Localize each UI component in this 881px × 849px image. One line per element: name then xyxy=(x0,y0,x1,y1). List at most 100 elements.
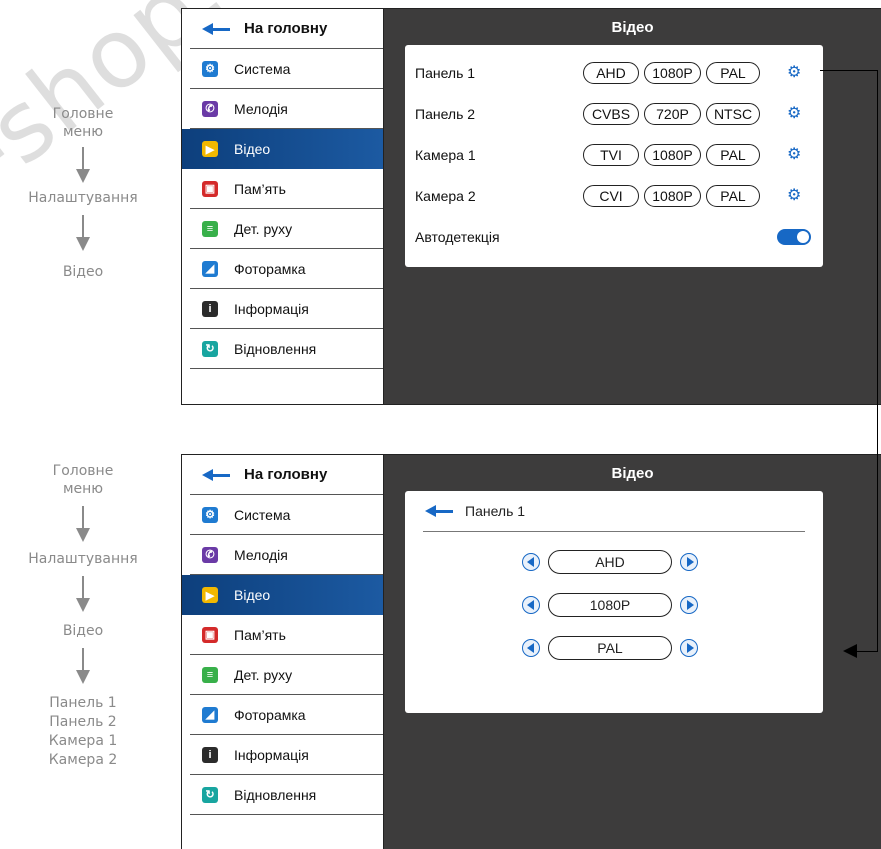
sidebar-item-memory[interactable]: ▣ Пам’ять xyxy=(190,615,383,655)
video-settings-screen: На головну ⚙ Система ✆ Мелодія ▶ Відео ▣… xyxy=(181,8,881,405)
sidebar-item-system[interactable]: ⚙ Система xyxy=(190,495,383,535)
phone-icon: ✆ xyxy=(202,100,218,117)
resolution-pill: 1080P xyxy=(644,143,701,166)
sidebar-item-label: На головну xyxy=(244,20,328,37)
sidebar-item-motion[interactable]: ≡ Дет. руху xyxy=(190,655,383,695)
picture-icon: ◢ xyxy=(202,260,218,277)
back-arrow-icon xyxy=(202,467,230,483)
prev-arrow-icon[interactable] xyxy=(522,638,540,657)
sidebar-item-video[interactable]: ▶ Відео xyxy=(182,575,383,615)
sidebar-item-restore[interactable]: ↻ Відновлення xyxy=(190,329,383,369)
video-row-camera2: Камера 2 CVI 1080P PAL ⚙ xyxy=(405,175,823,216)
format-pill: TVI xyxy=(583,143,639,166)
back-arrow-icon xyxy=(202,21,230,37)
sidebar-item-melody[interactable]: ✆ Мелодія xyxy=(190,535,383,575)
video-settings-card: Панель 1 AHD 1080P PAL ⚙ Панель 2 CVBS 7… xyxy=(405,45,823,267)
next-arrow-icon[interactable] xyxy=(680,552,698,571)
prev-arrow-icon[interactable] xyxy=(522,552,540,571)
main-area: Відео Панель 1 AHD 1080P PAL ⚙ Панель 2 … xyxy=(384,9,881,404)
sidebar-item-label: Мелодія xyxy=(234,100,288,117)
play-icon: ▶ xyxy=(202,141,218,157)
sidebar-item-label: Відео xyxy=(234,587,271,603)
main-area: Відео Панель 1 AHD 1080P PAL xyxy=(384,455,881,849)
format-pill: AHD xyxy=(583,61,639,84)
sidebar-item-label: Мелодія xyxy=(234,546,288,563)
sidebar-item-label: Відновлення xyxy=(234,786,317,803)
flow-step: Головне меню xyxy=(52,463,114,497)
sidebar-item-restore[interactable]: ↻ Відновлення xyxy=(190,775,383,815)
resolution-pill: 1080P xyxy=(644,184,701,207)
standard-pill: PAL xyxy=(706,61,760,84)
sidebar-item-label: Система xyxy=(234,506,291,523)
row-label: Камера 1 xyxy=(415,146,476,163)
connector-line xyxy=(877,70,878,652)
flow-step: Налаштування xyxy=(28,551,138,567)
memory-icon: ▣ xyxy=(202,180,218,197)
row-label: Панель 1 xyxy=(415,64,476,81)
autodetect-toggle[interactable] xyxy=(777,228,811,245)
video-row-panel1: Панель 1 AHD 1080P PAL ⚙ xyxy=(405,52,823,93)
sidebar-item-label: Інформація xyxy=(234,746,309,763)
autodetect-row: Автодетекція xyxy=(405,216,823,257)
sidebar-item-label: Відео xyxy=(234,141,271,157)
motion-icon: ≡ xyxy=(202,220,218,237)
sidebar-item-label: Пам’ять xyxy=(234,180,286,197)
page-title: Відео xyxy=(611,465,654,482)
format-pill: CVI xyxy=(583,184,639,207)
autodetect-label: Автодетекція xyxy=(415,228,500,245)
flow-step: Відео xyxy=(62,264,104,280)
video-row-camera1: Камера 1 TVI 1080P PAL ⚙ xyxy=(405,134,823,175)
sidebar-item-motion[interactable]: ≡ Дет. руху xyxy=(190,209,383,249)
sidebar: На головну ⚙ Система ✆ Мелодія ▶ Відео ▣… xyxy=(182,9,384,404)
sidebar-item-photoframe[interactable]: ◢ Фоторамка xyxy=(190,249,383,289)
next-arrow-icon[interactable] xyxy=(680,595,698,614)
flow-step: Головне меню xyxy=(52,106,114,140)
sidebar-item-info[interactable]: i Інформація xyxy=(190,735,383,775)
format-selector: AHD xyxy=(397,540,823,583)
gear-icon[interactable]: ⚙ xyxy=(787,187,801,203)
sidebar-item-label: Відновлення xyxy=(234,340,317,357)
sidebar-item-label: Дет. руху xyxy=(234,666,293,683)
format-pill: CVBS xyxy=(583,102,639,125)
resolution-pill: 1080P xyxy=(644,61,701,84)
standard-selector: PAL xyxy=(397,626,823,669)
connector-line xyxy=(820,70,878,71)
next-arrow-icon[interactable] xyxy=(680,638,698,657)
sidebar-item-home[interactable]: На головну xyxy=(190,455,383,495)
sidebar-item-label: Інформація xyxy=(234,300,309,317)
sidebar-item-system[interactable]: ⚙ Система xyxy=(190,49,383,89)
standard-pill: NTSC xyxy=(706,102,760,125)
info-icon: i xyxy=(202,746,218,763)
resolution-value: 1080P xyxy=(548,592,672,617)
sidebar-item-label: Фоторамка xyxy=(234,260,306,277)
sidebar-item-home[interactable]: На головну xyxy=(190,9,383,49)
prev-arrow-icon[interactable] xyxy=(522,595,540,614)
connector-arrow-icon xyxy=(843,644,857,658)
info-icon: i xyxy=(202,300,218,317)
format-value: AHD xyxy=(548,549,672,574)
sidebar-item-memory[interactable]: ▣ Пам’ять xyxy=(190,169,383,209)
gear-icon[interactable]: ⚙ xyxy=(787,64,801,80)
restore-icon: ↻ xyxy=(202,786,218,803)
sidebar-item-video[interactable]: ▶ Відео xyxy=(182,129,383,169)
flow-bottom: Головне меню Налаштування Відео Панель 1… xyxy=(18,462,148,770)
standard-value: PAL xyxy=(548,635,672,660)
flow-top: Головне меню Налаштування Відео xyxy=(18,105,148,281)
sidebar-item-photoframe[interactable]: ◢ Фоторамка xyxy=(190,695,383,735)
picture-icon: ◢ xyxy=(202,706,218,723)
detail-title: Панель 1 xyxy=(465,503,526,519)
down-arrow-icon xyxy=(76,576,90,612)
gear-icon[interactable]: ⚙ xyxy=(787,105,801,121)
down-arrow-icon xyxy=(76,648,90,684)
gear-icon: ⚙ xyxy=(202,60,218,77)
flow-step: Відео xyxy=(62,623,104,639)
gear-icon[interactable]: ⚙ xyxy=(787,146,801,162)
sidebar-item-label: Система xyxy=(234,60,291,77)
resolution-pill: 720P xyxy=(644,102,701,125)
play-icon: ▶ xyxy=(202,587,218,603)
sidebar: На головну ⚙ Система ✆ Мелодія ▶ Відео ▣… xyxy=(182,455,384,849)
sidebar-item-info[interactable]: i Інформація xyxy=(190,289,383,329)
standard-pill: PAL xyxy=(706,143,760,166)
back-arrow-icon[interactable] xyxy=(425,503,453,519)
sidebar-item-melody[interactable]: ✆ Мелодія xyxy=(190,89,383,129)
